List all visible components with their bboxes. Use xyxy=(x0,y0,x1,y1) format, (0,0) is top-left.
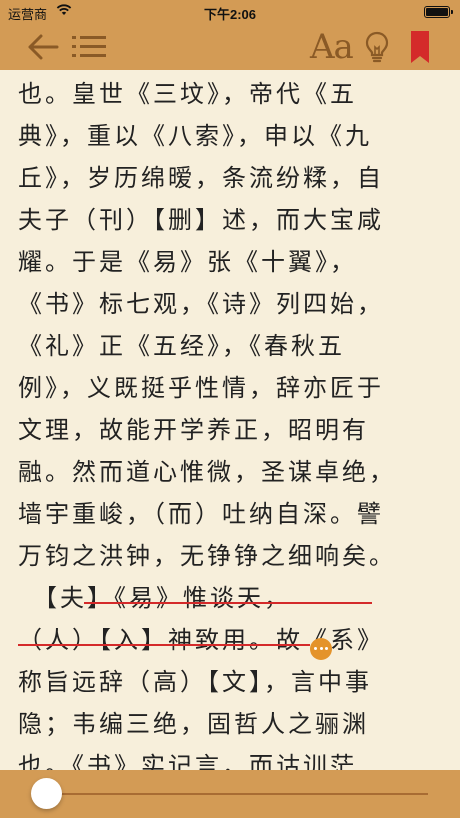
lightbulb-icon xyxy=(365,31,389,63)
text-line: 【夫】《易》惟谈天， xyxy=(18,584,291,612)
bottom-bar xyxy=(0,770,460,818)
reader-toolbar: Aa xyxy=(0,24,460,70)
text-line: 丘》，岁历绵暧，条流纷糅，自 xyxy=(18,164,384,192)
back-button[interactable] xyxy=(26,30,60,64)
text-line: 融。然而道心惟微，圣谋卓绝， xyxy=(18,458,396,486)
font-size-label: Aa xyxy=(310,27,354,67)
arrow-left-icon xyxy=(28,34,59,60)
reading-progress-slider[interactable] xyxy=(38,793,428,795)
reading-area[interactable]: 也。皇世《三坟》，帝代《五 典》，重以《八索》，申以《九 丘》，岁历绵暧，条流纷糅，… xyxy=(0,70,460,770)
bookmark-button[interactable] xyxy=(408,30,432,64)
text-line: 例》，义既挺乎性情，辞亦匠于 xyxy=(18,374,384,402)
text-line: 隐；韦编三绝，固哲人之骊渊 xyxy=(18,710,369,738)
text-line: 文理，故能开学养正，昭明有 xyxy=(18,416,369,444)
text-line: 也。皇世《三坟》，帝代《五 xyxy=(18,80,357,108)
text-line: 称旨远辞（高）【文】，言中事 xyxy=(18,668,372,696)
brightness-button[interactable] xyxy=(364,30,390,64)
progress-thumb[interactable] xyxy=(30,778,62,809)
text-line: （人）【入】神致用。故《系》 xyxy=(18,626,384,654)
battery-icon xyxy=(424,6,453,18)
status-bar: 运营商 下午2:06 xyxy=(0,0,460,24)
list-icon xyxy=(72,36,106,57)
font-settings-button[interactable]: Aa xyxy=(310,27,356,67)
text-line: 耀。于是《易》张《十翼》， xyxy=(18,248,357,276)
text-line: 夫子（刊）【删】述，而大宝咸 xyxy=(18,206,384,234)
table-of-contents-button[interactable] xyxy=(70,30,108,64)
text-line: 墙宇重峻，（而）吐纳自深。譬 xyxy=(18,500,384,528)
status-time: 下午2:06 xyxy=(203,7,257,22)
bookmark-icon xyxy=(411,31,429,63)
highlight-underline[interactable] xyxy=(84,602,372,604)
text-line: 《礼》正《五经》，《春秋五 xyxy=(18,332,345,360)
text-line: 典》，重以《八索》，申以《九 xyxy=(18,122,372,150)
text-line: 也。《书》实记言，而诂训茫 xyxy=(18,752,357,770)
note-dots-icon[interactable] xyxy=(310,638,332,660)
highlight-underline[interactable] xyxy=(18,644,310,646)
text-line: 《书》标七观，《诗》列四始， xyxy=(18,290,384,318)
text-line: 万钧之洪钟，无铮铮之细响矣。 xyxy=(18,542,396,570)
